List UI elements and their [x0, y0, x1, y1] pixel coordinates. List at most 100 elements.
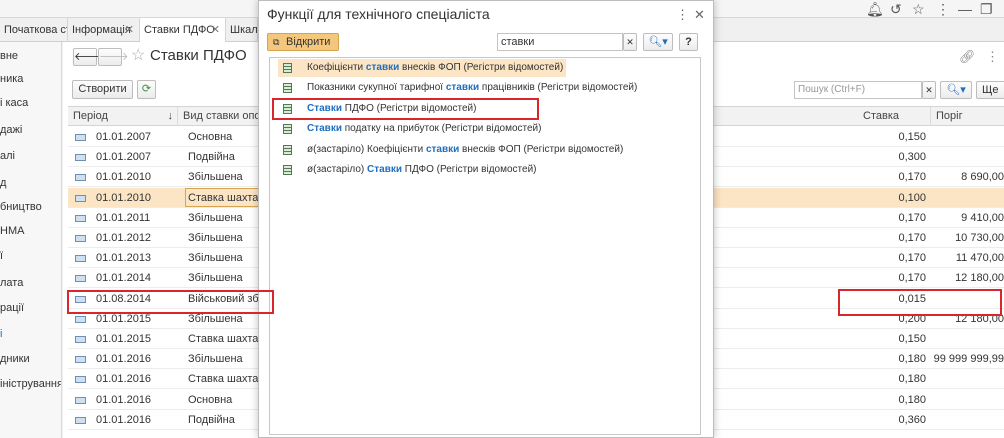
favorite-star-icon[interactable]: ☆ — [131, 45, 145, 65]
cell-rate-type: Подвійна — [188, 151, 235, 164]
tab-pdfo-rates[interactable]: Ставки ПДФО ✕ — [140, 18, 226, 43]
column-header-threshold-label: Поріг — [936, 110, 963, 122]
search-input[interactable]: Пошук (Ctrl+F) — [794, 81, 922, 99]
cell-threshold: 99 999 999,99 — [933, 353, 1004, 366]
cell-threshold — [931, 147, 1004, 167]
tab-scales[interactable]: Шкал — [226, 18, 258, 42]
open-button-label: Відкрити — [286, 36, 331, 48]
function-item-label: ø(застаріло) Ставки ПДФО (Регістри відом… — [307, 161, 537, 179]
cell-period: 01.01.2013 — [96, 252, 152, 265]
register-icon — [283, 124, 292, 135]
cell-rate-type: Збільшена — [188, 272, 243, 285]
sidebar-item[interactable]: ника — [0, 73, 23, 85]
favorites-star-icon[interactable]: ☆ — [912, 1, 925, 17]
close-icon[interactable]: ✕ — [211, 18, 220, 42]
cell-rate: 0,170 — [898, 232, 926, 244]
sidebar-item[interactable]: дажі — [0, 124, 22, 136]
cell-period: 01.01.2016 — [96, 353, 152, 366]
search-button[interactable]: 🔍︎▾ — [940, 81, 972, 99]
forward-button[interactable]: 🡒 — [98, 48, 129, 66]
dialog-menu-icon[interactable]: ⋮ — [676, 7, 689, 23]
refresh-button[interactable]: ⟳ — [137, 80, 156, 99]
more-icon[interactable]: ⋮ — [986, 49, 999, 65]
sidebar-item[interactable]: д — [0, 177, 6, 189]
record-icon — [75, 416, 86, 424]
bell-icon[interactable]: 🔔︎ — [866, 1, 884, 17]
sidebar-item[interactable]: вне — [0, 50, 18, 62]
cell-threshold: 11 470,00 — [955, 252, 1004, 265]
tab-home[interactable]: Початкова сторінка — [0, 18, 68, 42]
sidebar-item[interactable]: НМА — [0, 225, 24, 237]
column-header-rate-label: Ставка — [863, 110, 899, 122]
cell-period: 01.01.2010 — [96, 191, 152, 204]
search-clear-button[interactable]: ✕ — [922, 81, 936, 99]
link-icon[interactable]: 🔗︎ — [959, 49, 976, 65]
item-text-match: ставки — [425, 143, 460, 155]
column-header-period-label: Період — [73, 110, 108, 122]
dialog-title: Функції для технічного спеціаліста — [267, 6, 490, 22]
sidebar-item[interactable]: і каса — [0, 97, 28, 109]
restore-icon[interactable]: ❐ — [980, 1, 993, 17]
cell-period: 01.01.2014 — [96, 272, 152, 285]
sidebar-item[interactable]: ї — [0, 250, 3, 262]
cell-rate-type: Основна — [188, 131, 233, 143]
register-icon — [283, 165, 292, 175]
column-header-rate[interactable]: Ставка — [858, 107, 931, 126]
cell-threshold: 9 410,00 — [961, 211, 1004, 224]
tab-scales-label: Шкал — [230, 24, 258, 36]
cell-threshold — [931, 390, 1004, 410]
cell-period: 01.01.2016 — [96, 413, 152, 426]
dialog-close-icon[interactable]: ✕ — [694, 7, 705, 23]
sidebar-item[interactable]: алі — [0, 150, 15, 162]
more-button[interactable]: Ще — [976, 81, 1004, 99]
register-icon — [283, 63, 292, 73]
column-header-period[interactable]: Період ↓ — [68, 107, 178, 126]
sort-down-icon: ↓ — [167, 110, 174, 122]
sidebar-item[interactable]: іністрування — [0, 378, 61, 390]
cell-period: 01.01.2016 — [96, 373, 152, 386]
column-header-threshold[interactable]: Поріг — [931, 107, 1004, 126]
cell-period: 01.01.2015 — [96, 333, 152, 345]
cell-rate-type: Збільшена — [188, 171, 243, 184]
cell-threshold: 10 730,00 — [955, 232, 1004, 244]
register-icon — [283, 144, 292, 155]
dialog-search-input[interactable]: ставки — [497, 33, 623, 51]
item-text-suffix: ПДФО (Регістри відомостей) — [402, 164, 537, 175]
sidebar-item[interactable]: лата — [0, 277, 23, 289]
tab-information[interactable]: Інформація ✕ — [68, 18, 140, 42]
minimize-icon[interactable]: — — [958, 1, 972, 17]
record-icon — [75, 174, 86, 182]
column-header-rate-type-label: Вид ставки опод — [183, 110, 267, 122]
sidebar-item[interactable]: і — [0, 328, 2, 340]
sidebar-item[interactable]: бництво — [0, 201, 42, 213]
back-button[interactable]: 🡐 — [73, 48, 104, 66]
function-item-label: ø(застаріло) Коефіцієнти ставки внесків … — [307, 141, 623, 159]
cell-rate-type: Ставка шахтарів — [188, 333, 258, 345]
dialog-search-clear-button[interactable]: ✕ — [623, 33, 637, 51]
record-icon — [75, 194, 86, 202]
record-icon — [75, 235, 86, 242]
tab-home-label: Початкова сторінка — [4, 24, 67, 36]
dialog-search-button[interactable]: 🔍︎▾ — [643, 33, 673, 51]
cell-rate-type: Ставка шахтарів — [188, 373, 258, 386]
open-button[interactable]: ⧉ Відкрити — [267, 33, 339, 51]
history-icon[interactable]: ↺ — [890, 1, 902, 17]
item-text-suffix: податку на прибуток (Регістри відомостей… — [341, 123, 542, 135]
cell-threshold — [931, 188, 1004, 208]
close-icon[interactable]: ✕ — [125, 18, 134, 42]
menu-icon[interactable]: ⋮ — [936, 1, 950, 17]
selected-cell-frame — [185, 187, 260, 207]
function-list-item[interactable]: Коефіцієнти ставки внесків ФОП (Регістри… — [278, 59, 566, 77]
item-text-match: Ставки — [367, 164, 402, 175]
create-button[interactable]: Створити — [72, 80, 133, 99]
open-icon: ⧉ — [273, 37, 280, 47]
cell-rate: 0,170 — [898, 171, 926, 184]
record-icon — [75, 275, 86, 283]
more-button-label: Ще — [982, 84, 999, 96]
sidebar-item[interactable]: дники — [0, 353, 30, 365]
sidebar-item[interactable]: рації — [0, 302, 24, 314]
cell-rate-type: Збільшена — [188, 353, 243, 366]
annotation-box — [67, 290, 274, 314]
cell-rate: 0,100 — [898, 191, 926, 204]
help-button[interactable]: ? — [679, 33, 698, 51]
